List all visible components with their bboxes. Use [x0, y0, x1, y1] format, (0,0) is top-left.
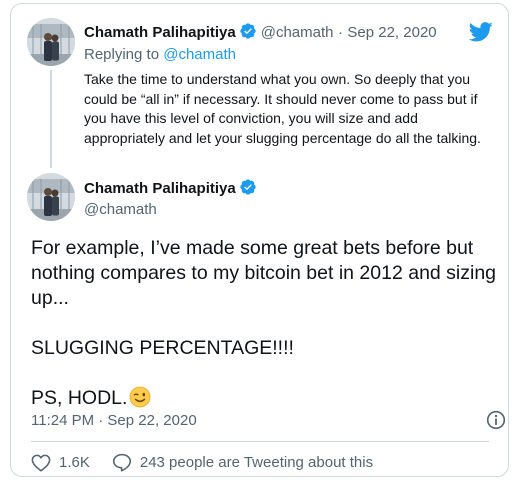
- verified-badge-icon: [240, 23, 256, 39]
- main-tweet-author: Chamath Palihapitiya: [84, 178, 261, 198]
- thread-connector-line: [50, 70, 52, 168]
- tweet-paragraph: PS, HODL.: [31, 387, 128, 409]
- avatar[interactable]: [27, 173, 75, 221]
- separator-dot: ·: [337, 24, 343, 41]
- tweet-date[interactable]: Sep 22, 2020: [347, 24, 436, 41]
- main-tweet-text: For example, I’ve made some great bets b…: [31, 236, 507, 411]
- info-icon[interactable]: [486, 410, 506, 430]
- like-count: 1.6K: [59, 454, 90, 471]
- replying-to-label: Replying to: [84, 46, 160, 63]
- heart-icon: [31, 454, 51, 472]
- twitter-bird-icon[interactable]: [469, 22, 493, 42]
- reply-tweet-text: Take the time to understand what you own…: [84, 71, 481, 146]
- tweet-paragraph-last: PS, HODL.: [31, 386, 507, 411]
- replying-to-line: Replying to @chamath: [84, 46, 236, 63]
- reply-tweet-header: Chamath Palihapitiya @chamath · Sep 22, 2…: [84, 22, 437, 42]
- like-button[interactable]: 1.6K: [31, 454, 90, 472]
- author-name[interactable]: Chamath Palihapitiya: [84, 24, 236, 41]
- verified-badge-icon: [240, 179, 256, 195]
- author-handle[interactable]: @chamath: [261, 24, 334, 41]
- replying-to-handle-link[interactable]: @chamath: [163, 46, 236, 63]
- tweet-paragraph: For example, I’ve made some great bets b…: [31, 237, 497, 309]
- tweet-actions: 1.6K 243 people are Tweeting about this: [31, 453, 373, 472]
- tweeting-about-text: 243 people are Tweeting about this: [139, 454, 374, 471]
- tweet-paragraph: SLUGGING PERCENTAGE!!!!: [31, 337, 294, 359]
- tweeting-about-link[interactable]: 243 people are Tweeting about this: [112, 453, 373, 472]
- speech-bubble-icon: [112, 453, 131, 472]
- avatar[interactable]: [27, 18, 75, 66]
- tweet-timestamp-link[interactable]: 11:24 PM · Sep 22, 2020: [31, 412, 197, 429]
- author-name[interactable]: Chamath Palihapitiya: [84, 180, 236, 197]
- divider: [31, 441, 489, 442]
- embedded-tweet-card: Chamath Palihapitiya @chamath · Sep 22, 2…: [10, 3, 509, 477]
- author-handle[interactable]: @chamath: [84, 201, 157, 218]
- winking-face-emoji-icon: [130, 386, 151, 408]
